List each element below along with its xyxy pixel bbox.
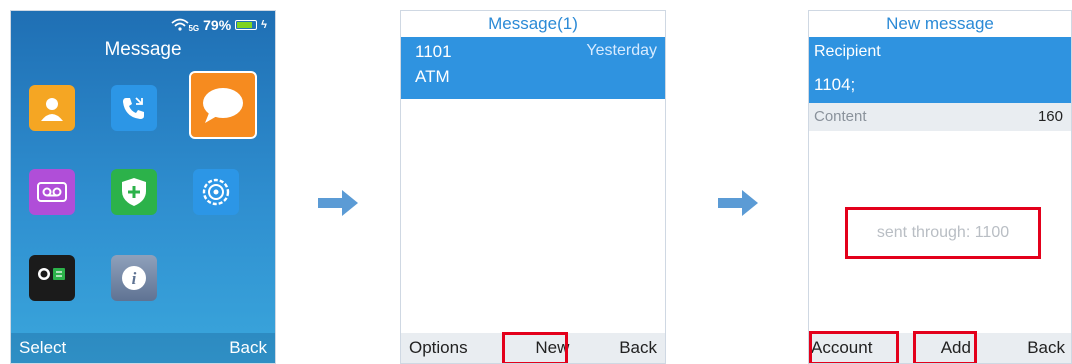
battery-percent: 79% <box>203 17 232 33</box>
screen-title: New message <box>809 11 1071 38</box>
recipient-label: Recipient <box>814 43 881 60</box>
message-number: 1101 <box>415 42 452 61</box>
sent-through-box: sent through: 1100 <box>845 207 1041 259</box>
phone-screen-message-list: Message(1) 1101 Yesterday ATM Options Ne… <box>400 10 666 364</box>
security-icon[interactable] <box>111 169 157 215</box>
highlight-box <box>809 331 899 363</box>
charging-icon: ϟ <box>261 19 267 31</box>
svg-text:i: i <box>132 269 137 288</box>
wifi-signal-icon <box>171 18 190 31</box>
content-header: Content 160 <box>809 103 1071 131</box>
sent-through-text: sent through: 1100 <box>876 224 1010 241</box>
screen-title: Message(1) <box>401 11 665 38</box>
recipient-value: 1104; <box>814 75 856 94</box>
info-icon[interactable]: i <box>111 255 157 301</box>
back-softkey[interactable]: Back <box>229 338 267 358</box>
content-label: Content <box>814 108 867 125</box>
softkey-bar: Select Back <box>11 333 275 363</box>
options-softkey[interactable]: Options <box>409 338 468 358</box>
phone-screen-new-message: New message Recipient 1104; Content 160 … <box>808 10 1072 364</box>
message-list-item[interactable]: 1101 Yesterday ATM <box>401 37 665 99</box>
message-time: Yesterday <box>586 42 657 59</box>
highlight-box <box>913 331 977 363</box>
menu-title: Message <box>104 39 182 60</box>
phone-screen-menu: 5G 79% ϟ Message i Select Back <box>10 10 276 364</box>
back-softkey[interactable]: Back <box>1027 338 1065 358</box>
message-preview: ATM <box>415 67 450 86</box>
character-count: 160 <box>1037 108 1063 125</box>
flow-arrow-icon <box>718 190 758 216</box>
call-history-icon[interactable] <box>111 85 157 131</box>
settings-icon[interactable] <box>193 169 239 215</box>
contacts-icon[interactable] <box>29 85 75 131</box>
message-icon[interactable] <box>189 71 257 139</box>
tools-icon[interactable] <box>29 255 75 301</box>
back-softkey[interactable]: Back <box>619 338 657 358</box>
signal-label: 5G <box>188 23 200 33</box>
highlight-box <box>502 332 568 363</box>
recipient-field[interactable]: Recipient 1104; <box>809 37 1071 103</box>
status-bar: 5G 79% ϟ <box>171 17 267 33</box>
select-softkey[interactable]: Select <box>19 338 66 358</box>
flow-arrow-icon <box>318 190 358 216</box>
battery-icon <box>235 20 258 30</box>
voicemail-icon[interactable] <box>29 169 75 215</box>
